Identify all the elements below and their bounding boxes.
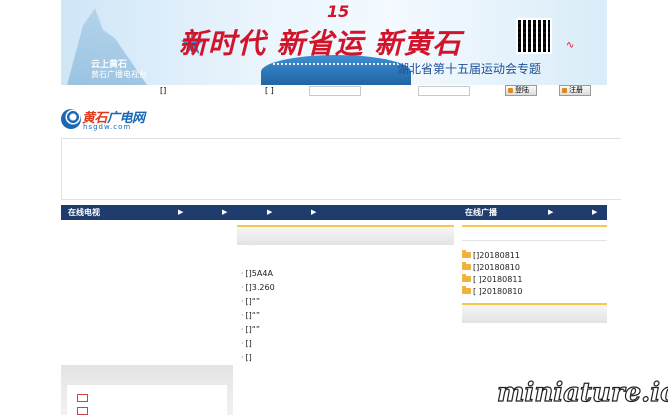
list-item[interactable]: []	[237, 353, 454, 367]
arrow-right-icon[interactable]: ▶	[592, 208, 597, 216]
radio-footer-header	[462, 305, 607, 323]
radio-list: []20180811 []20180810 [ ]20180811 [ ]201…	[462, 249, 607, 297]
arrow-right-icon[interactable]: ▶	[267, 208, 272, 216]
folder-icon	[462, 286, 471, 294]
login-bar: [] [ ] 登陆 注册	[61, 85, 607, 97]
qr-code-icon	[516, 18, 552, 54]
login-button[interactable]: 登陆	[505, 85, 537, 96]
video-icon[interactable]	[77, 394, 88, 402]
arrow-right-icon[interactable]: ▶	[548, 208, 553, 216]
list-item[interactable]: []20180810	[462, 261, 607, 273]
username-input[interactable]	[309, 86, 361, 96]
online-radio-title[interactable]: 在线广播	[465, 207, 497, 218]
swirl-logo-icon	[61, 109, 81, 129]
cloud-huangshi-logo: 云上黄石 黄石广播电视台	[91, 60, 147, 80]
video-icon[interactable]	[77, 407, 88, 415]
site-logo[interactable]: 黄石广电网 hsgdw.com	[61, 107, 161, 133]
banner[interactable]: ★ 15 新时代 新省运 新黄石 湖北省第十五届运动会专题 云上黄石 黄石广播电…	[61, 0, 607, 85]
folder-icon	[462, 262, 471, 270]
news-header	[237, 227, 454, 245]
password-input[interactable]	[418, 86, 470, 96]
list-item[interactable]: []20180811	[462, 249, 607, 261]
banner-subtitle: 湖北省第十五届运动会专题	[397, 62, 542, 76]
arrow-right-icon[interactable]: ▶	[222, 208, 227, 216]
radio-footer	[462, 303, 607, 323]
arrow-right-icon[interactable]: ▶	[311, 208, 316, 216]
username-label: []	[160, 86, 167, 95]
list-item[interactable]: []“”	[237, 297, 454, 311]
register-button[interactable]: 注册	[559, 85, 591, 96]
site-domain: hsgdw.com	[83, 123, 132, 131]
list-item[interactable]: []3.260	[237, 283, 454, 297]
list-item[interactable]: []	[237, 339, 454, 353]
password-label: [ ]	[265, 86, 274, 95]
program-panel	[61, 365, 233, 415]
radio-column: []20180811 []20180810 [ ]20180811 [ ]201…	[462, 225, 607, 323]
news-list: []5A4A []3.260 []“” []“” []“” [] []	[237, 269, 454, 367]
list-item[interactable]: []5A4A	[237, 269, 454, 283]
ad-area	[61, 138, 621, 200]
section-bar: 在线电视 ▶ ▶ ▶ ▶ 在线广播 ▶ ▶	[61, 205, 607, 220]
banner-slogan: 新时代 新省运 新黄石	[179, 27, 462, 60]
edition-mark: 15	[327, 2, 350, 21]
watermark: miniature.io	[496, 377, 668, 408]
logo-line-2: 黄石广播电视台	[91, 70, 147, 79]
folder-icon	[462, 274, 471, 282]
arrow-right-icon[interactable]: ▶	[178, 208, 183, 216]
program-panel-body	[67, 385, 227, 415]
bird-icon: ∿	[566, 40, 575, 51]
online-tv-title[interactable]: 在线电视	[68, 207, 100, 218]
folder-icon	[462, 250, 471, 258]
list-item[interactable]: []“”	[237, 311, 454, 325]
logo-line-1: 云上黄石	[91, 60, 128, 70]
list-item[interactable]: [ ]20180811	[462, 273, 607, 285]
news-column: []5A4A []3.260 []“” []“” []“” [] []	[237, 225, 454, 367]
list-item[interactable]: [ ]20180810	[462, 285, 607, 297]
radio-header	[462, 227, 607, 241]
list-item[interactable]: []“”	[237, 325, 454, 339]
